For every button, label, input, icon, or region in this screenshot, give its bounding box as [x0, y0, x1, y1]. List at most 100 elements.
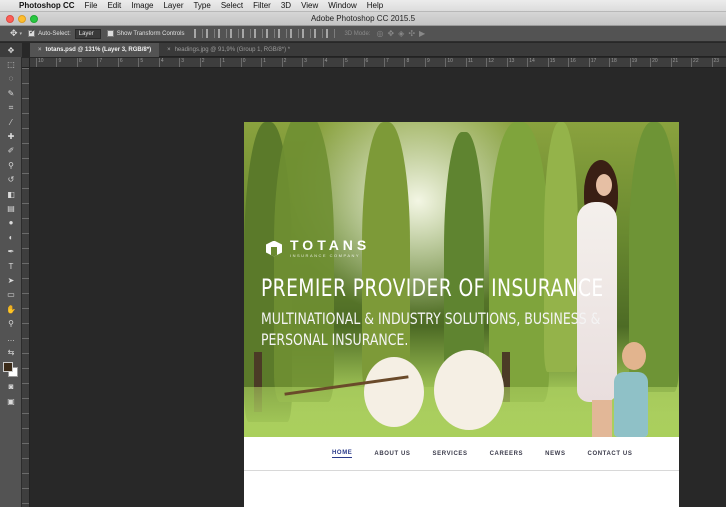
- ruler-tick-label: 21: [670, 58, 678, 67]
- ruler-tick: [22, 353, 29, 354]
- ruler-tick-label: 4: [158, 58, 164, 67]
- gradient-tool-icon[interactable]: ▤: [0, 201, 22, 215]
- menu-app[interactable]: Photoshop CC: [14, 0, 80, 12]
- shape-tool-icon[interactable]: ▭: [0, 288, 22, 302]
- align-center-icon[interactable]: [242, 29, 252, 38]
- brush-tool-icon[interactable]: ✐: [0, 144, 22, 158]
- menu-edit[interactable]: Edit: [102, 0, 126, 12]
- 3d-mode-label: 3D Mode:: [344, 30, 371, 37]
- quick-mask-tool-icon[interactable]: ◙: [0, 380, 22, 394]
- blur-tool-icon[interactable]: ●: [0, 216, 22, 230]
- move-tool-icon[interactable]: ✥: [0, 43, 22, 58]
- ruler-tick-label: 11: [465, 58, 473, 67]
- tools-panel: ✥ ⬚ ◌ ✎ ⌗ ⁄ ✚ ✐ ⚲ ↺ ◧ ▤ ● ◐ ✒ T ➤ ▭ ✋ ⚲… ⇆ ◙ ▣: [0, 43, 22, 507]
- clone-stamp-tool-icon[interactable]: ⚲: [0, 158, 22, 172]
- close-tab-icon[interactable]: ×: [167, 47, 171, 53]
- auto-select-checkbox[interactable]: [28, 28, 36, 37]
- menu-view[interactable]: View: [296, 0, 323, 12]
- ruler-tick: [22, 98, 29, 99]
- menu-help[interactable]: Help: [362, 0, 388, 12]
- type-tool-icon[interactable]: T: [0, 259, 22, 273]
- ruler-tick: [22, 398, 29, 399]
- document-canvas[interactable]: TOTANS INSURANCE COMPANY PREMIER PROVIDE…: [244, 122, 679, 507]
- ruler-tick: [22, 473, 29, 474]
- auto-select-dropdown[interactable]: Layer: [74, 28, 101, 39]
- menu-bar: Photoshop CC File Edit Image Layer Type …: [0, 0, 726, 12]
- ruler-origin[interactable]: [22, 58, 30, 68]
- distribute-middle-icon[interactable]: [278, 29, 288, 38]
- dog-left: [364, 357, 424, 427]
- dog-right: [434, 350, 504, 430]
- menu-filter[interactable]: Filter: [248, 0, 276, 12]
- align-buttons: [194, 29, 338, 38]
- distribute-top-icon[interactable]: [266, 29, 276, 38]
- ruler-tick: [22, 203, 29, 204]
- transform-controls-label: Show Transform Controls: [116, 30, 185, 37]
- distribute-right-icon[interactable]: [326, 29, 336, 38]
- eraser-tool-icon[interactable]: ◧: [0, 187, 22, 201]
- healing-tool-icon[interactable]: ✚: [0, 129, 22, 143]
- ruler-tick: [22, 278, 29, 279]
- ruler-tick: [22, 68, 29, 69]
- 3d-mode-icons[interactable]: ◎✥◈✣▶: [376, 29, 429, 38]
- menu-file[interactable]: File: [80, 0, 103, 12]
- pen-tool-icon[interactable]: ✒: [0, 244, 22, 258]
- nav-careers[interactable]: CAREERS: [490, 451, 524, 457]
- color-swatches[interactable]: [0, 360, 22, 380]
- lasso-tool-icon[interactable]: ◌: [0, 72, 22, 86]
- marquee-tool-icon[interactable]: ⬚: [0, 57, 22, 71]
- align-middle-icon[interactable]: [206, 29, 216, 38]
- vertical-ruler[interactable]: [22, 68, 30, 507]
- move-tool-preset-icon[interactable]: ✥: [10, 28, 18, 39]
- ruler-tick: [22, 188, 29, 189]
- auto-select-label: Auto-Select:: [38, 30, 71, 37]
- ruler-tick-label: 14: [527, 58, 535, 67]
- close-tab-icon[interactable]: ×: [38, 47, 42, 53]
- nav-about-us[interactable]: ABOUT US: [374, 451, 410, 457]
- nav-contact-us[interactable]: CONTACT US: [588, 451, 633, 457]
- align-right-icon[interactable]: [254, 29, 264, 38]
- menu-image[interactable]: Image: [126, 0, 158, 12]
- tab-totans[interactable]: × totans.psd @ 131% (Layer 3, RGB/8*): [30, 43, 160, 57]
- menu-type[interactable]: Type: [188, 0, 215, 12]
- align-top-icon[interactable]: [194, 29, 204, 38]
- transform-controls-checkbox[interactable]: [106, 30, 114, 37]
- align-bottom-icon[interactable]: [218, 29, 228, 38]
- align-left-icon[interactable]: [230, 29, 240, 38]
- foreground-color-swatch[interactable]: [3, 361, 13, 372]
- menu-select[interactable]: Select: [216, 0, 248, 12]
- auto-select-option[interactable]: Auto-Select: Layer: [28, 28, 101, 39]
- tab-headings[interactable]: × headings.jpg @ 91,9% (Group 1, RGB/8*) …: [159, 43, 298, 57]
- ruler-tick-label: 15: [547, 58, 555, 67]
- logo-name: TOTANS: [290, 237, 371, 253]
- dodge-tool-icon[interactable]: ◐: [0, 230, 22, 244]
- tree-shape: [274, 122, 334, 402]
- distribute-left-icon[interactable]: [302, 29, 312, 38]
- hero-subheadline: MULTINATIONAL & INDUSTRY SOLUTIONS, BUSI…: [261, 309, 601, 349]
- menu-layer[interactable]: Layer: [158, 0, 188, 12]
- hand-tool-icon[interactable]: ✋: [0, 302, 22, 316]
- quick-select-tool-icon[interactable]: ✎: [0, 86, 22, 100]
- ruler-tick: [22, 113, 29, 114]
- menu-window[interactable]: Window: [323, 0, 361, 12]
- tree-shape: [489, 122, 549, 402]
- more-tools-icon[interactable]: …: [0, 331, 22, 345]
- transform-controls-option[interactable]: Show Transform Controls: [106, 30, 185, 37]
- woman-legs: [592, 400, 612, 437]
- distribute-bottom-icon[interactable]: [290, 29, 300, 38]
- nav-news[interactable]: NEWS: [545, 451, 565, 457]
- swap-colors-icon[interactable]: ⇆: [0, 345, 22, 359]
- menu-3d[interactable]: 3D: [276, 0, 296, 12]
- nav-services[interactable]: SERVICES: [433, 451, 468, 457]
- crop-tool-icon[interactable]: ⌗: [0, 101, 22, 115]
- screen-mode-tool-icon[interactable]: ▣: [0, 394, 22, 408]
- history-brush-tool-icon[interactable]: ↺: [0, 173, 22, 187]
- nav-home[interactable]: HOME: [332, 450, 353, 458]
- horizontal-ruler[interactable]: 10 9 8 7 6 5 4 3 2 1 0 1 2 3 4 5 6 7 8 9 10 11 12 13 14 15 16 17 18 1…: [30, 58, 726, 68]
- chevron-down-icon[interactable]: ▾: [20, 31, 23, 37]
- eyedropper-tool-icon[interactable]: ⁄: [0, 115, 22, 129]
- boy-shirt: [614, 372, 648, 437]
- path-select-tool-icon[interactable]: ➤: [0, 273, 22, 287]
- distribute-center-icon[interactable]: [314, 29, 324, 38]
- zoom-tool-icon[interactable]: ⚲: [0, 316, 22, 330]
